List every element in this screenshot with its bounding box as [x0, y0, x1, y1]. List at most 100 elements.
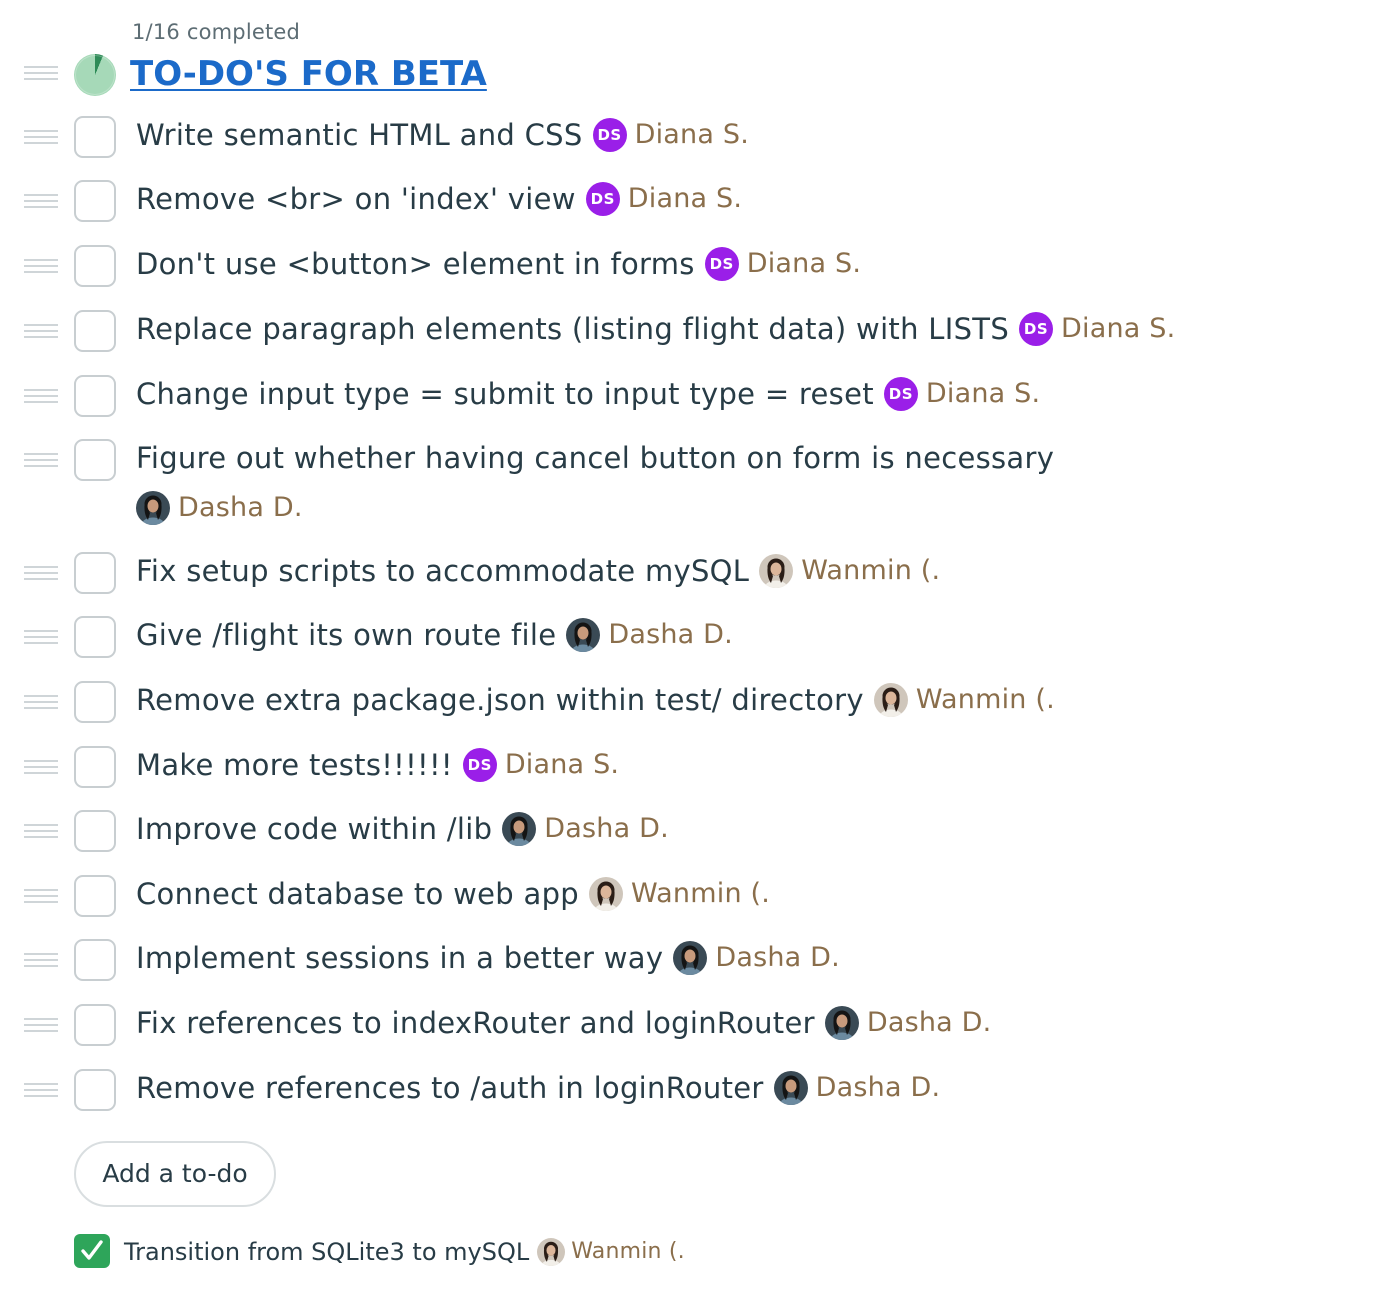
assignee-chip[interactable]: DS Diana S.	[1019, 304, 1175, 354]
avatar-initials-icon: DS	[592, 118, 627, 152]
todo-checkbox-checked[interactable]	[74, 1234, 110, 1268]
todo-label[interactable]: Fix references to indexRouter and loginR…	[136, 1006, 815, 1040]
todo-checkbox[interactable]	[74, 1004, 116, 1046]
completed-todo-content: Transition from SQLite3 to mySQL Wanmin (…	[124, 1236, 685, 1269]
assignee-name: Dasha D.	[608, 619, 733, 650]
todo-label[interactable]: Remove references to /auth in loginRoute…	[136, 1071, 764, 1105]
assignee-chip[interactable]: DS Diana S.	[462, 740, 620, 790]
progress-pie-icon	[74, 54, 116, 96]
assignee-chip[interactable]: Wanmin (.	[537, 1236, 685, 1268]
todo-label[interactable]: Replace paragraph elements (listing flig…	[136, 312, 1009, 346]
todo-checkbox[interactable]	[74, 875, 116, 917]
todo-checkbox[interactable]	[74, 1069, 116, 1111]
assignee-name: Dasha D.	[544, 813, 669, 844]
drag-handle-icon[interactable]	[24, 824, 58, 838]
avatar-photo-icon	[759, 554, 794, 588]
todo-checkbox[interactable]	[74, 681, 116, 723]
todo-item: Improve code within /lib Dasha D.	[0, 810, 1240, 854]
drag-handle-icon[interactable]	[24, 453, 58, 467]
drag-handle-icon[interactable]	[24, 695, 58, 709]
drag-handle-icon[interactable]	[24, 324, 58, 338]
todo-checkbox[interactable]	[74, 810, 116, 852]
todo-content: Replace paragraph elements (listing flig…	[136, 304, 1240, 356]
todo-label[interactable]: Figure out whether having cancel button …	[136, 441, 1054, 475]
assignee-chip[interactable]: Dasha D.	[566, 610, 733, 660]
assignee-name: Dasha D.	[815, 1072, 941, 1103]
todo-label[interactable]: Remove <br> on 'index' view	[136, 182, 576, 216]
add-todo-button[interactable]: Add a to-do	[74, 1141, 276, 1207]
todo-checkbox[interactable]	[74, 746, 116, 788]
todo-checkbox[interactable]	[74, 552, 116, 594]
drag-handle-icon[interactable]	[24, 66, 58, 80]
todo-content: Fix setup scripts to accommodate mySQL Wa…	[136, 546, 1240, 598]
todo-item: Implement sessions in a better way Dasha …	[0, 939, 1240, 983]
todo-label[interactable]: Implement sessions in a better way	[136, 941, 663, 975]
assignee-name: Wanmin (.	[631, 878, 771, 909]
checkmark-icon	[81, 1240, 103, 1260]
assignee-chip[interactable]: DS Diana S.	[704, 239, 861, 289]
assignee-chip[interactable]: Dasha D.	[502, 804, 669, 854]
assignee-chip[interactable]: Wanmin (.	[759, 546, 940, 596]
todo-label[interactable]: Fix setup scripts to accommodate mySQL	[136, 554, 749, 588]
todo-checkbox[interactable]	[74, 616, 116, 658]
assignee-chip[interactable]: DS Diana S.	[883, 369, 1040, 419]
drag-handle-icon[interactable]	[24, 130, 58, 144]
todo-item: Connect database to web app Wanmin (.	[0, 875, 1240, 919]
todo-checkbox[interactable]	[74, 375, 116, 417]
todo-label[interactable]: Change input type = submit to input type…	[136, 377, 874, 411]
todo-label[interactable]: Don't use <button> element in forms	[136, 247, 695, 281]
assignee-chip[interactable]: DS Diana S.	[585, 174, 742, 224]
todo-content: Remove extra package.json within test/ d…	[136, 675, 1240, 727]
assignee-name: Dasha D.	[715, 942, 840, 973]
drag-handle-icon[interactable]	[24, 630, 58, 644]
todo-item: Write semantic HTML and CSS DS Diana S.	[0, 116, 1240, 160]
list-title-link[interactable]: TO-DO'S FOR BETA	[130, 54, 487, 94]
todo-label[interactable]: Improve code within /lib	[136, 812, 492, 846]
drag-handle-icon[interactable]	[24, 389, 58, 403]
avatar-initials-icon: DS	[1019, 312, 1054, 346]
todo-item: Make more tests!!!!!! DS Diana S.	[0, 746, 1240, 790]
avatar-photo-icon	[537, 1238, 566, 1266]
avatar-photo-icon	[773, 1071, 808, 1105]
todo-label[interactable]: Make more tests!!!!!!	[136, 748, 453, 782]
drag-handle-icon[interactable]	[24, 760, 58, 774]
drag-handle-icon[interactable]	[24, 566, 58, 580]
assignee-name: Dasha D.	[866, 1007, 992, 1038]
assignee-chip[interactable]: Dasha D.	[773, 1063, 941, 1113]
assignee-name: Diana S.	[1061, 313, 1176, 344]
todo-checkbox[interactable]	[74, 116, 116, 158]
todo-content: Improve code within /lib Dasha D.	[136, 804, 1240, 856]
todo-content: Don't use <button> element in forms DS Dia…	[136, 239, 1240, 291]
assignee-chip[interactable]: Dasha D.	[824, 998, 992, 1048]
assignee-chip[interactable]: Dasha D.	[673, 933, 840, 983]
assignee-chip[interactable]: DS Diana S.	[592, 110, 749, 160]
todo-checkbox[interactable]	[74, 939, 116, 981]
drag-handle-icon[interactable]	[24, 953, 58, 967]
avatar-initials-icon: DS	[704, 247, 739, 281]
todo-content: Make more tests!!!!!! DS Diana S.	[136, 740, 1240, 792]
drag-handle-icon[interactable]	[24, 1018, 58, 1032]
todo-content: Figure out whether having cancel button …	[136, 433, 1240, 533]
assignee-name: Wanmin (.	[915, 684, 1055, 715]
drag-handle-icon[interactable]	[24, 889, 58, 903]
todo-label[interactable]: Write semantic HTML and CSS	[136, 118, 583, 152]
assignee-chip[interactable]: Wanmin (.	[589, 869, 770, 919]
assignee-name: Diana S.	[504, 749, 620, 780]
drag-handle-icon[interactable]	[24, 1083, 58, 1097]
completed-todo-label[interactable]: Transition from SQLite3 to mySQL	[124, 1238, 529, 1266]
todo-label[interactable]: Connect database to web app	[136, 877, 579, 911]
assignee-name: Diana S.	[634, 119, 749, 150]
todo-checkbox[interactable]	[74, 310, 116, 352]
drag-handle-icon[interactable]	[24, 259, 58, 273]
todo-label[interactable]: Give /flight its own route file	[136, 618, 556, 652]
drag-handle-icon[interactable]	[24, 194, 58, 208]
assignee-chip[interactable]: Dasha D.	[136, 483, 1240, 533]
todo-checkbox[interactable]	[74, 439, 116, 481]
assignee-name: Dasha D.	[178, 492, 303, 523]
todo-checkbox[interactable]	[74, 180, 116, 222]
todo-checkbox[interactable]	[74, 245, 116, 287]
todo-item: Don't use <button> element in forms DS Dia…	[0, 245, 1240, 289]
todo-label[interactable]: Remove extra package.json within test/ d…	[136, 683, 864, 717]
assignee-chip[interactable]: Wanmin (.	[873, 675, 1055, 725]
todo-content: Change input type = submit to input type…	[136, 369, 1240, 421]
